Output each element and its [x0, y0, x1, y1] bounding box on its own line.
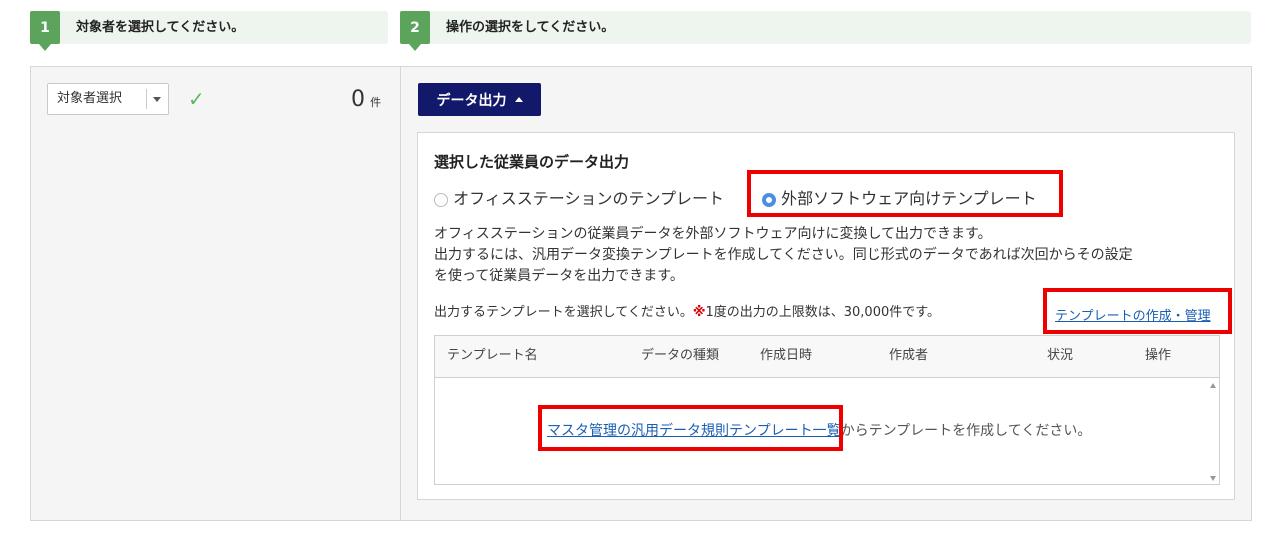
table-scrollbar[interactable]: [1207, 380, 1219, 484]
radio-office-template[interactable]: オフィスステーションのテンプレート: [434, 185, 724, 209]
limit-text: 1度の出力の上限数は、30,000件です。: [705, 305, 940, 320]
step-2-number: 2: [400, 11, 430, 51]
check-icon: ✓: [188, 87, 205, 111]
description: オフィスステーションの従業員データを外部ソフトウェア向けに変換して出力できます。…: [434, 224, 1224, 287]
template-select-prompt: 出力するテンプレートを選択してください。※1度の出力の上限数は、30,000件で…: [434, 302, 940, 323]
description-line: 出力するには、汎用データ変換テンプレートを作成してください。同じ形式のデータであ…: [434, 247, 1133, 263]
step-1-header: 1 対象者を選択してください。: [30, 11, 388, 51]
highlight-box-template-list-link: [538, 405, 843, 451]
empty-message-text: からテンプレートを作成してください。: [840, 423, 1092, 439]
table-header-row: テンプレート名 データの種類 作成日時 作成者 状況 操作: [435, 336, 1219, 378]
target-selection-panel: 対象者選択 ✓ 0 件: [30, 66, 401, 521]
select-prompt-text: 出力するテンプレートを選択してください。: [434, 305, 693, 320]
highlight-box-manage-link: [1043, 288, 1232, 334]
limit-mark: ※: [692, 305, 706, 320]
data-export-button[interactable]: データ出力: [418, 83, 541, 116]
chevron-up-icon: [514, 97, 523, 102]
scroll-down-icon[interactable]: [1210, 476, 1216, 481]
radio-office-label: オフィスステーションのテンプレート: [453, 189, 724, 208]
step-1-label: 対象者を選択してください。: [76, 20, 245, 35]
section-title: 選択した従業員のデータ出力: [434, 153, 630, 171]
description-line: を使って従業員データを出力できます。: [434, 268, 684, 284]
column-header-status: 状況: [1047, 348, 1074, 363]
radio-off-icon: [434, 192, 448, 207]
highlight-box-external-radio: [747, 170, 1063, 217]
step-2-label: 操作の選択をしてください。: [446, 20, 615, 35]
column-header-created-at: 作成日時: [760, 348, 813, 363]
count-unit: 件: [370, 96, 382, 109]
scroll-up-icon[interactable]: [1210, 383, 1216, 388]
column-header-actions: 操作: [1145, 348, 1172, 363]
step-1-number: 1: [30, 11, 60, 51]
column-header-creator: 作成者: [889, 348, 929, 363]
chevron-down-icon: [153, 97, 161, 102]
select-divider: [146, 89, 147, 109]
column-header-data-type: データの種類: [641, 348, 720, 363]
step-2-header: 2 操作の選択をしてください。: [400, 11, 1251, 51]
target-select-value: 対象者選択: [57, 91, 123, 106]
data-export-label: データ出力: [436, 92, 507, 109]
selected-count: 0 件: [351, 87, 381, 112]
count-value: 0: [351, 87, 365, 112]
target-select[interactable]: 対象者選択: [47, 83, 169, 115]
column-header-template-name: テンプレート名: [447, 348, 538, 363]
description-line: オフィスステーションの従業員データを外部ソフトウェア向けに変換して出力できます。: [434, 226, 992, 242]
